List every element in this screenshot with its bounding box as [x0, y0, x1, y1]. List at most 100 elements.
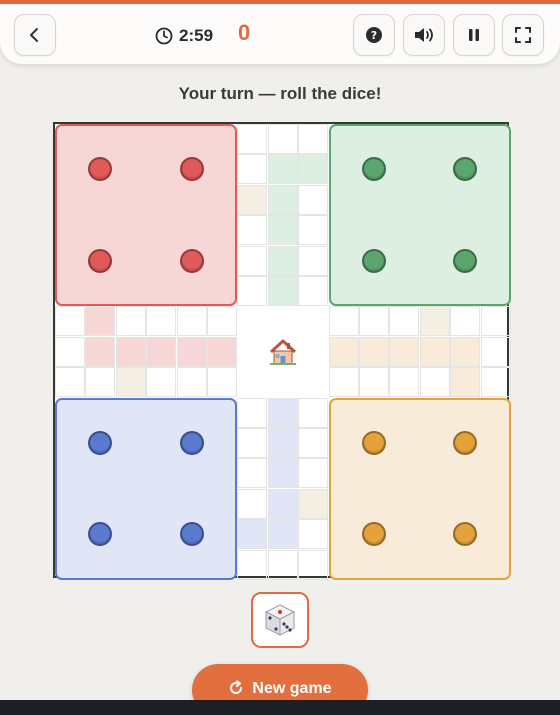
pause-button[interactable] [453, 14, 495, 56]
token-yellow[interactable] [362, 522, 386, 547]
board-cell [237, 488, 268, 519]
score-value: 0 [238, 20, 251, 45]
token-red[interactable] [88, 248, 113, 273]
board-cell [298, 154, 329, 185]
board-cell [55, 336, 85, 367]
board-cell [298, 124, 329, 154]
board-cell [359, 367, 389, 398]
token-green[interactable] [453, 248, 478, 273]
timer-value: 2:59 [179, 26, 214, 45]
board-cell [85, 367, 116, 398]
token-red[interactable] [179, 248, 204, 273]
board-cell [298, 458, 329, 489]
board-cell [389, 367, 420, 398]
board-cell [298, 184, 329, 215]
board-cell [419, 367, 450, 398]
house-icon [267, 336, 299, 368]
board-cell [450, 306, 481, 337]
board-cell [237, 428, 268, 458]
roll-dice-button[interactable] [251, 592, 309, 648]
board-cell [298, 428, 329, 458]
board-cell [267, 276, 298, 306]
board-cell [419, 336, 450, 367]
board-cell [480, 367, 511, 398]
board-cell [480, 306, 511, 337]
board-cell [237, 154, 268, 185]
board-cell [207, 306, 237, 337]
home-base-yellow [328, 397, 511, 580]
board-cell [176, 367, 207, 398]
token-blue[interactable] [179, 431, 204, 455]
board-cell [298, 397, 329, 428]
board-cell [115, 306, 146, 337]
volume-icon [415, 28, 433, 42]
home-base-red [55, 124, 237, 306]
board-cell [450, 336, 481, 367]
board-cell [237, 276, 268, 306]
token-red[interactable] [179, 157, 204, 182]
token-green[interactable] [362, 248, 386, 273]
board-cell [115, 336, 146, 367]
board-cell [298, 549, 329, 580]
home-base-blue [55, 397, 237, 580]
board-cell [359, 306, 389, 337]
board-cell [176, 306, 207, 337]
turn-status: Your turn — roll the dice! [178, 84, 382, 103]
new-game-label: New game [252, 680, 332, 697]
board-cell [55, 306, 85, 337]
board-cell [176, 336, 207, 367]
board-cell [85, 336, 116, 367]
board-cell [237, 245, 268, 276]
board-cell [419, 306, 450, 337]
top-bar: 2:59 0 ? [0, 0, 560, 64]
board-cell [267, 184, 298, 215]
board-cell [328, 336, 359, 367]
board-cell [267, 215, 298, 246]
board-cell [267, 549, 298, 580]
help-button[interactable]: ? [353, 14, 395, 56]
board-cell [267, 154, 298, 185]
fullscreen-icon [515, 27, 531, 43]
board-cell [237, 549, 268, 580]
board-cell [237, 215, 268, 246]
ludo-board [53, 122, 511, 580]
board-cell [267, 519, 298, 550]
board-cell [389, 336, 420, 367]
back-button[interactable] [14, 14, 56, 56]
pause-icon [469, 29, 479, 41]
board-cell [298, 276, 329, 306]
token-blue[interactable] [179, 522, 204, 547]
volume-button[interactable] [403, 14, 445, 56]
board-cell [207, 367, 237, 398]
restart-icon [230, 680, 243, 694]
help-icon: ? [366, 27, 382, 43]
board-cell [146, 367, 177, 398]
board-cell [237, 519, 268, 550]
board-cell [115, 367, 146, 398]
back-icon [30, 28, 38, 42]
board-cell [298, 215, 329, 246]
board-cell [267, 124, 298, 154]
fullscreen-button[interactable] [502, 14, 544, 56]
board-cell [55, 367, 85, 398]
board-cell [267, 458, 298, 489]
board-cell [359, 336, 389, 367]
board-cell [480, 336, 511, 367]
board-cell [237, 124, 268, 154]
svg-text:?: ? [371, 29, 377, 42]
board-cell [237, 184, 268, 215]
board-cell [298, 245, 329, 276]
board-cell [85, 306, 116, 337]
game-timer: 2:59 [155, 24, 213, 48]
board-cell [207, 336, 237, 367]
board-cell [328, 306, 359, 337]
board-cell [328, 367, 359, 398]
board-cell [267, 428, 298, 458]
token-yellow[interactable] [453, 431, 478, 455]
board-cell [267, 397, 298, 428]
board-cell [450, 367, 481, 398]
token-yellow[interactable] [362, 431, 386, 455]
board-cell [298, 519, 329, 550]
board-cell [267, 488, 298, 519]
system-bar [0, 700, 560, 715]
